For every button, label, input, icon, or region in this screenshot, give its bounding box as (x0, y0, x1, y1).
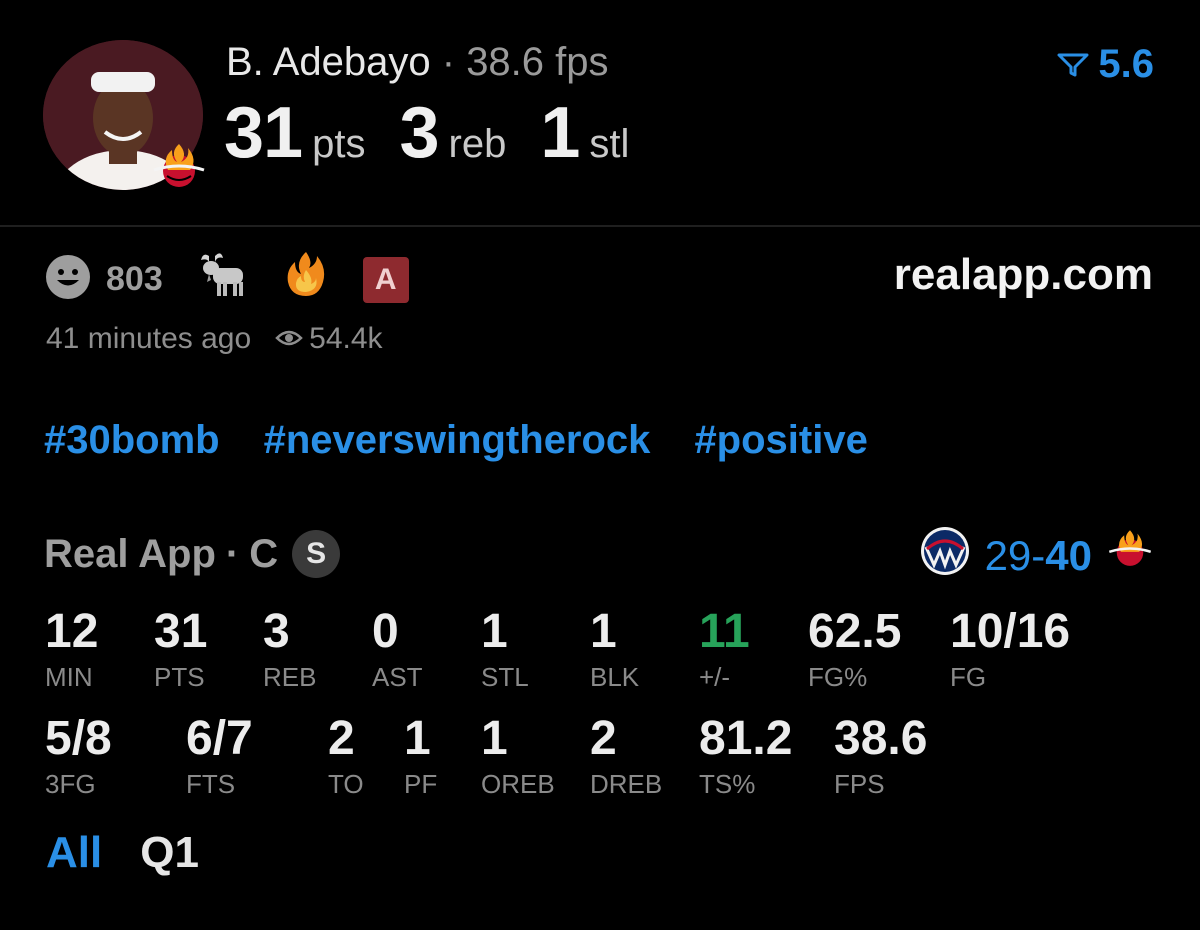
stat-value: 1 (481, 712, 508, 765)
stat-ts-pct: 81.2 TS% (699, 712, 793, 800)
miami-heat-logo-icon (1106, 527, 1154, 585)
stat-label: DREB (590, 769, 663, 799)
stat-fts: 6/7 FTS (186, 712, 253, 800)
score-dash: - (1031, 532, 1046, 579)
player-position: C (249, 531, 279, 576)
stat-value: 2 (590, 712, 617, 765)
stat-ast: 0 AST (372, 605, 423, 693)
home-score: 40 (1045, 532, 1092, 579)
time-ago: 41 minutes ago (46, 322, 252, 355)
stat-label: BLK (590, 662, 640, 692)
stat-value: 11 (699, 605, 750, 658)
status-badge: S (292, 530, 341, 578)
filter-value: 5.6 (1098, 42, 1154, 86)
stat-value: 12 (45, 605, 99, 658)
eye-icon (275, 322, 303, 356)
headline-stl-value: 1 (540, 93, 580, 173)
post-meta: 41 minutes ago 54.4k (46, 322, 383, 356)
stat-value: 6/7 (186, 712, 253, 765)
stat-value: 1 (590, 605, 617, 658)
player-fps: 38.6 fps (466, 40, 609, 84)
stat-oreb: 1 OREB (481, 712, 555, 800)
view-count-value: 54.4k (309, 322, 383, 355)
player-name[interactable]: B. Adebayo (226, 40, 431, 84)
stat-value: 81.2 (699, 712, 793, 765)
stat-label: REB (263, 662, 317, 692)
stat-min: 12 MIN (45, 605, 99, 693)
headline-pts-unit: pts (312, 122, 366, 166)
stat-value: 1 (481, 605, 508, 658)
smiley-icon[interactable] (44, 253, 92, 306)
stat-label: OREB (481, 769, 555, 799)
stat-label: FTS (186, 769, 236, 799)
stat-label: 3FG (45, 769, 96, 799)
name-separator: · (441, 40, 456, 84)
tab-all[interactable]: All (46, 828, 102, 878)
stat-stl: 1 STL (481, 605, 529, 693)
view-count: 54.4k (275, 322, 383, 356)
reaction-count: 803 (106, 260, 163, 298)
stat-label: MIN (45, 662, 93, 692)
stat-value: 38.6 (834, 712, 928, 765)
headline-reb-value: 3 (399, 93, 439, 173)
stat-3fg: 5/8 3FG (45, 712, 112, 800)
game-source-header: Real App · C S (44, 530, 341, 578)
fire-icon[interactable] (283, 250, 329, 309)
stat-plus-minus: 11 +/- (699, 605, 750, 693)
source-separator: · (225, 531, 240, 576)
stat-label: TS% (699, 769, 756, 799)
stat-label: FPS (834, 769, 885, 799)
stat-to: 2 TO (328, 712, 364, 800)
wizards-logo-icon (919, 525, 971, 587)
stat-label: PTS (154, 662, 205, 692)
stat-fg-pct: 62.5 FG% (808, 605, 902, 693)
stat-label: +/- (699, 662, 731, 692)
stat-value: 3 (263, 605, 290, 658)
stat-value: 0 (372, 605, 399, 658)
stat-value: 1 (404, 712, 431, 765)
headline-stl-unit: stl (589, 122, 630, 166)
stat-value: 5/8 (45, 712, 112, 765)
stat-pf: 1 PF (404, 712, 438, 800)
reactions-bar: 803 A (44, 250, 409, 309)
site-watermark: realapp.com (893, 250, 1153, 299)
stat-value: 2 (328, 712, 355, 765)
stat-label: FG% (808, 662, 868, 692)
hashtag[interactable]: #positive (694, 418, 867, 463)
stat-fps: 38.6 FPS (834, 712, 928, 800)
headline-stats: 31 pts 3 reb 1 stl (224, 92, 663, 174)
player-name-line: B. Adebayo · 38.6 fps (226, 40, 609, 85)
period-tabs: All Q1 (46, 828, 199, 878)
stat-reb: 3 REB (263, 605, 317, 693)
stat-dreb: 2 DREB (590, 712, 663, 800)
hashtag[interactable]: #neverswingtherock (264, 418, 651, 463)
tab-q1[interactable]: Q1 (140, 828, 199, 878)
stat-label: TO (328, 769, 364, 799)
stat-fg: 10/16 FG (950, 605, 1071, 693)
source-label: Real App (44, 531, 216, 576)
stat-value: 31 (154, 605, 208, 658)
a-badge[interactable]: A (362, 256, 409, 303)
hashtag[interactable]: #30bomb (44, 418, 220, 463)
hashtags: #30bomb #neverswingtherock #positive (44, 418, 868, 463)
stat-blk: 1 BLK (590, 605, 640, 693)
stat-label: STL (481, 662, 529, 692)
stat-value: 62.5 (808, 605, 902, 658)
stat-label: FG (950, 662, 987, 692)
funnel-icon (1056, 42, 1090, 87)
header-divider (0, 225, 1200, 227)
stat-value: 10/16 (950, 605, 1071, 658)
goat-icon[interactable] (197, 250, 249, 309)
away-score: 29 (984, 532, 1032, 579)
game-score[interactable]: 29-40 (919, 525, 1154, 587)
stat-label: PF (404, 769, 438, 799)
headline-reb-unit: reb (448, 122, 507, 166)
miami-heat-logo-icon (150, 140, 208, 198)
stat-pts: 31 PTS (154, 605, 208, 693)
headline-pts-value: 31 (224, 93, 303, 173)
stat-label: AST (372, 662, 423, 692)
filter-score-button[interactable]: 5.6 (1056, 42, 1154, 87)
